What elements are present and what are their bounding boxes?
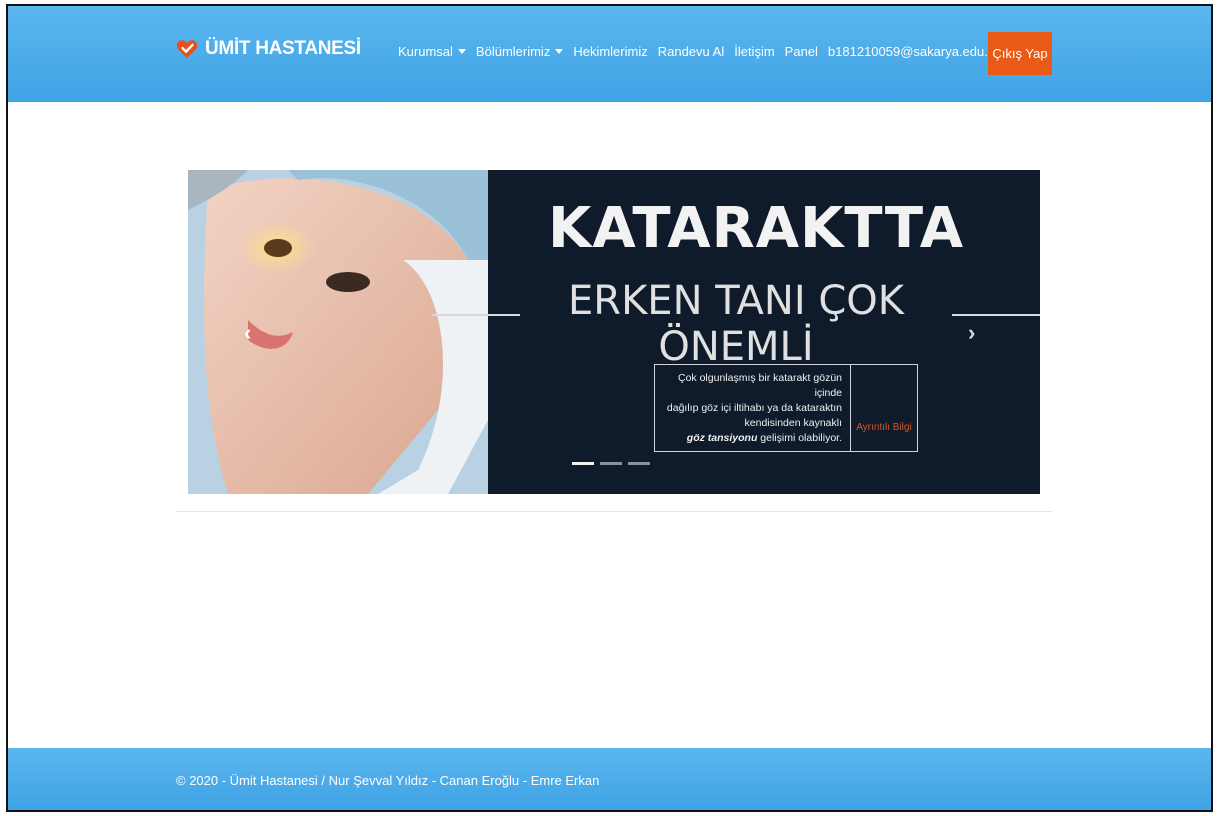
nav-menu: Kurumsal Bölümlerimiz Hekimlerimiz Rande…: [398, 44, 1002, 59]
slide-subline-wrap: ERKEN TANI ÇOK ÖNEMLİ: [432, 278, 1040, 370]
chevron-left-icon[interactable]: ‹: [244, 320, 251, 346]
nav-item-randevu-al[interactable]: Randevu Al: [658, 44, 725, 59]
nav-item-label: Kurumsal: [398, 44, 453, 59]
info-line: Çok olgunlaşmış bir katarakt gözün içind…: [678, 372, 842, 399]
heart-check-icon: [176, 40, 198, 59]
info-emphasis: göz tansiyonu: [686, 432, 758, 444]
info-line: gelişimi olabiliyor.: [757, 432, 842, 444]
info-line: kendisinden kaynaklı: [744, 417, 842, 429]
slide-headline: KATARAKTTA: [548, 196, 965, 261]
footer: © 2020 - Ümit Hastanesi / Nur Şevval Yıl…: [8, 748, 1211, 810]
info-line: dağılıp göz içi iltihabı ya da kataraktı…: [666, 402, 842, 414]
navbar: ÜMİT HASTANESİ Kurumsal Bölümlerimiz Hek…: [8, 6, 1211, 102]
decor-line: [952, 314, 1040, 316]
slide-subline: ERKEN TANI ÇOK ÖNEMLİ: [568, 278, 904, 370]
slide-info-box: Çok olgunlaşmış bir katarakt gözün içind…: [654, 364, 918, 452]
footer-copyright: © 2020 - Ümit Hastanesi / Nur Şevval Yıl…: [176, 773, 600, 788]
brand-link[interactable]: ÜMİT HASTANESİ: [176, 38, 361, 60]
nav-item-panel[interactable]: Panel: [785, 44, 818, 59]
nav-item-hekimlerimiz[interactable]: Hekimlerimiz: [573, 44, 647, 59]
decor-line: [432, 314, 520, 316]
nav-item-label: Bölümlerimiz: [475, 44, 551, 59]
browser-viewport: ÜMİT HASTANESİ Kurumsal Bölümlerimiz Hek…: [6, 4, 1213, 812]
more-info-link[interactable]: Ayrıntılı Bilgi: [851, 365, 917, 451]
chevron-right-icon[interactable]: ›: [968, 320, 975, 346]
nav-item-iletisim[interactable]: İletişim: [734, 44, 774, 59]
caret-down-icon: [555, 49, 564, 54]
carousel-indicator[interactable]: [572, 462, 594, 465]
slide-photo-eye-exam: [188, 170, 488, 494]
user-email-link[interactable]: b181210059@sakarya.edu.tr: [828, 44, 996, 59]
logout-button[interactable]: Çıkış Yap: [988, 32, 1052, 75]
slide-info-text: Çok olgunlaşmış bir katarakt gözün içind…: [655, 365, 851, 451]
carousel-indicators: [572, 462, 650, 465]
carousel-indicator[interactable]: [628, 462, 650, 465]
content-divider: [176, 511, 1052, 512]
caret-down-icon: [457, 49, 466, 54]
hero-carousel: KATARAKTTA ERKEN TANI ÇOK ÖNEMLİ Çok olg…: [188, 170, 1040, 494]
nav-item-kurumsal[interactable]: Kurumsal: [398, 44, 466, 59]
nav-item-bolumlerimiz[interactable]: Bölümlerimiz: [475, 44, 564, 59]
carousel-indicator[interactable]: [600, 462, 622, 465]
brand-name: ÜMİT HASTANESİ: [205, 38, 361, 59]
